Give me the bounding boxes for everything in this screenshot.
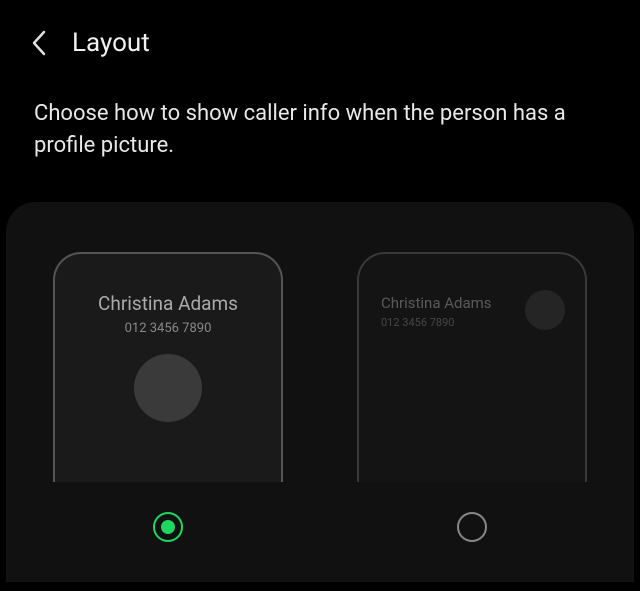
preview-caller-number: 012 3456 7890 bbox=[125, 321, 212, 336]
phone-preview-centered: Christina Adams 012 3456 7890 bbox=[53, 252, 283, 483]
back-icon[interactable] bbox=[24, 29, 52, 57]
description-text: Choose how to show caller info when the … bbox=[0, 78, 640, 202]
avatar-placeholder-icon bbox=[134, 354, 202, 422]
layout-option-centered[interactable]: Christina Adams 012 3456 7890 bbox=[36, 252, 300, 542]
layout-options-panel: Christina Adams 012 3456 7890 Christina … bbox=[6, 202, 634, 582]
radio-corner[interactable] bbox=[457, 512, 487, 542]
header: Layout bbox=[0, 0, 640, 78]
layout-option-corner[interactable]: Christina Adams 012 3456 7890 bbox=[340, 252, 604, 542]
avatar-placeholder-icon bbox=[525, 290, 565, 330]
preview-caller-name: Christina Adams bbox=[98, 292, 238, 315]
phone-preview-corner: Christina Adams 012 3456 7890 bbox=[357, 252, 587, 483]
radio-centered[interactable] bbox=[153, 512, 183, 542]
page-title: Layout bbox=[72, 28, 150, 58]
